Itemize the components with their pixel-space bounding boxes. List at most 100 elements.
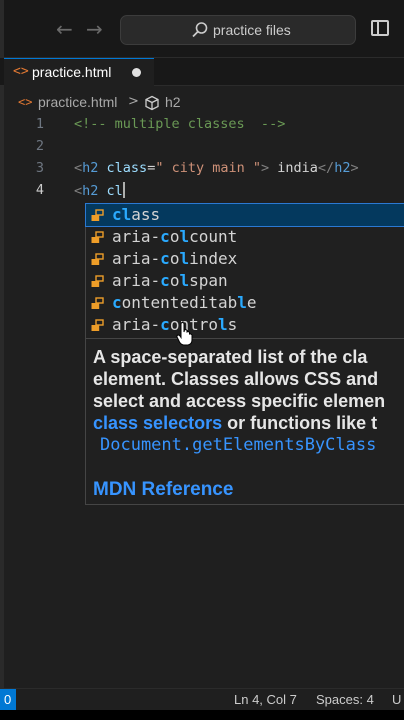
typed-text: cl [106,183,123,199]
code-line: 1 <!-- multiple classes --> [0,116,404,138]
docs-text: select and access specific elemen [93,391,386,411]
suggestion-label: contenteditable [112,293,257,312]
search-icon [192,22,208,38]
line-number: 3 [35,160,44,176]
suggestion-label: aria-colindex [112,249,237,268]
docs-text-rest: or functions like t [222,413,378,433]
label-text: o [169,227,180,246]
label-text: count [189,227,238,246]
editor-tab-bar: <> practice.html [0,58,404,86]
label-text: aria- [112,249,161,268]
line-number: 4 [35,182,44,198]
suggestion-item[interactable]: aria-colindex [86,248,404,270]
label-text: e [246,293,257,312]
code-text: <h2 class=" city main "> india</h2> [74,160,359,176]
property-icon [90,296,105,310]
tag-name: h2 [334,160,351,176]
back-arrow-icon[interactable]: ← [56,17,73,41]
tag-bracket: > [350,160,359,176]
label-text: o [169,249,180,268]
match-highlight: c [160,249,170,268]
html-file-icon: <> [18,95,33,109]
tag-bracket: < [74,183,83,199]
element-text: india [269,160,318,176]
code-line: 4 <h2 cl [0,182,404,204]
label-text: s [227,315,238,334]
tag-bracket: > [261,160,270,176]
match-highlight: l [179,227,190,246]
label-text: ontenteditab [121,293,238,312]
breadcrumb-symbol[interactable]: h2 [165,94,181,110]
label-text: index [189,249,238,268]
suggestion-label: aria-colspan [112,271,228,290]
label-text: aria- [112,315,161,334]
label-text: span [189,271,228,290]
cube-icon [145,95,159,111]
suggestion-label: aria-controls [112,315,237,334]
breadcrumb: <> practice.html > h2 [0,92,404,114]
title-bar: ← → practice files [0,0,404,58]
match-highlight: l [179,271,190,290]
unsaved-dot-icon[interactable] [132,68,141,77]
match-highlight: c [112,293,122,312]
tab-practice-html[interactable]: <> practice.html [4,58,154,86]
html-comment: <!-- multiple classes --> [74,116,286,132]
line-number: 2 [35,138,44,154]
encoding-setting[interactable]: U [392,692,401,707]
tag-name: h2 [82,160,99,176]
docs-text: class selectors or functions like t [93,413,377,434]
suggestion-item[interactable]: aria-colcount [86,226,404,248]
property-icon [90,208,105,222]
suggestion-item[interactable]: class [85,203,404,227]
match-highlight: cl [112,205,132,224]
status-bar: 0 Ln 4, Col 7 Spaces: 4 U [0,688,404,711]
code-text: <h2 cl [74,182,125,199]
hand-pointer-icon [176,322,193,346]
breadcrumb-separator: > [128,94,139,109]
breadcrumb-file[interactable]: practice.html [38,94,117,110]
line-number: 1 [35,116,44,132]
docs-text: element. Classes allows CSS and [93,369,379,389]
match-highlight: l [217,315,228,334]
suggestion-item[interactable]: aria-controls [86,314,404,336]
attribute-value: " city main " [155,160,261,176]
cursor-position[interactable]: Ln 4, Col 7 [234,692,297,707]
search-label: practice files [213,22,291,38]
remote-indicator[interactable]: 0 [0,689,16,711]
forward-arrow-icon[interactable]: → [86,17,103,41]
tag-name: h2 [82,183,99,199]
property-icon [90,230,105,244]
screen-edge [0,710,404,720]
property-icon [90,318,105,332]
suggestion-item[interactable]: contenteditable [86,292,404,314]
html-file-icon: <> [13,64,29,79]
indentation-setting[interactable]: Spaces: 4 [316,692,374,707]
toggle-sidebar-icon[interactable] [371,20,389,36]
attribute-name: class [106,160,148,176]
command-center-search[interactable]: practice files [120,15,356,45]
tag-bracket: </ [317,160,335,176]
suggestion-label: aria-colcount [112,227,237,246]
suggestion-widget: class aria-colcount aria-colindex aria-cols… [85,203,404,505]
class-selectors-link[interactable]: class selectors [93,413,222,433]
match-highlight: l [237,293,247,312]
mdn-reference-link[interactable]: MDN Reference [93,479,233,501]
property-icon [90,274,105,288]
text-cursor [122,182,125,198]
match-highlight: c [160,315,170,334]
suggestion-docs: A space-separated list of the cla elemen… [86,338,404,506]
tab-label: practice.html [32,64,112,80]
match-highlight: l [179,249,190,268]
label-text: aria- [112,227,161,246]
code-line: 3 <h2 class=" city main "> india</h2> [0,160,404,182]
suggestion-item[interactable]: aria-colspan [86,270,404,292]
suggestion-label: class [112,205,160,224]
match-highlight: c [160,227,170,246]
status-left-text: 0 [4,692,12,707]
label-text: aria- [112,271,161,290]
docs-text: A space-separated list of the cla [93,347,368,367]
code-line: 2 [0,138,404,160]
tag-bracket: < [74,160,83,176]
docs-code-link[interactable]: Document.getElementsByClass [100,435,376,455]
vscode-window: ← → practice files <> practice.html <> p… [0,0,404,720]
